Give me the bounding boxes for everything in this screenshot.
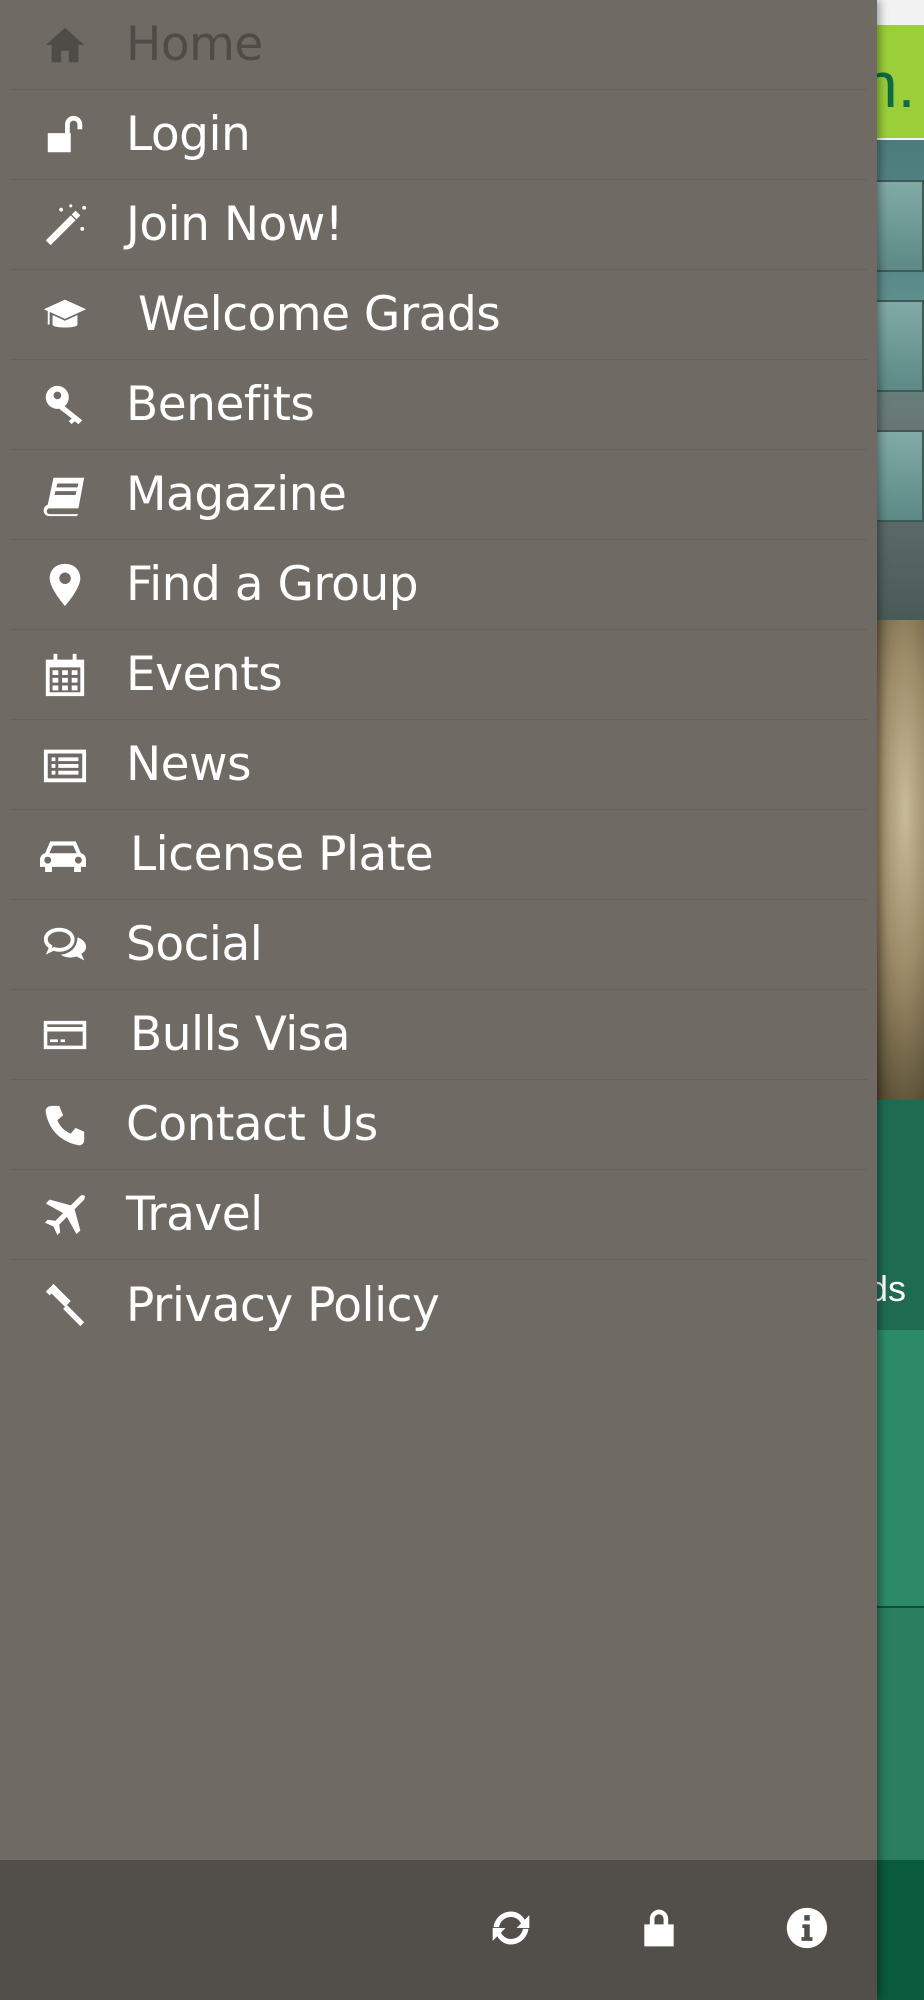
menu-item-benefits[interactable]: Benefits	[10, 360, 867, 450]
graduation-cap-icon	[36, 286, 94, 344]
gavel-icon	[36, 1276, 94, 1334]
menu-item-travel[interactable]: Travel	[10, 1170, 867, 1260]
drawer-menu: Home Login Join Now! Welcome Grads Benef	[0, 0, 877, 1350]
building-window	[870, 180, 924, 272]
drawer-toolbar	[0, 1860, 877, 2000]
refresh-icon	[489, 1906, 533, 1955]
menu-item-contact-us[interactable]: Contact Us	[10, 1080, 867, 1170]
refresh-button[interactable]	[481, 1900, 541, 1960]
menu-item-label: Welcome Grads	[138, 287, 501, 342]
comments-icon	[36, 916, 94, 974]
magic-wand-icon	[36, 196, 94, 254]
building-window	[870, 300, 924, 392]
menu-item-events[interactable]: Events	[10, 630, 867, 720]
menu-item-find-a-group[interactable]: Find a Group	[10, 540, 867, 630]
home-icon	[36, 16, 94, 74]
menu-item-join-now[interactable]: Join Now!	[10, 180, 867, 270]
building-window	[870, 430, 924, 522]
menu-item-privacy-policy[interactable]: Privacy Policy	[10, 1260, 867, 1350]
menu-item-bulls-visa[interactable]: Bulls Visa	[10, 990, 867, 1080]
menu-item-label: Travel	[126, 1187, 263, 1242]
menu-item-label: Magazine	[126, 467, 347, 522]
map-marker-icon	[36, 556, 94, 614]
calendar-icon	[36, 646, 94, 704]
menu-item-magazine[interactable]: Magazine	[10, 450, 867, 540]
menu-item-login[interactable]: Login	[10, 90, 867, 180]
lock-icon	[637, 1906, 681, 1955]
unlock-icon	[36, 106, 94, 164]
menu-item-label: Login	[126, 107, 251, 162]
menu-item-label: Privacy Policy	[126, 1277, 440, 1333]
plane-icon	[36, 1186, 94, 1244]
menu-item-label: Events	[126, 647, 283, 702]
menu-item-license-plate[interactable]: License Plate	[10, 810, 867, 900]
navigation-drawer: Home Login Join Now! Welcome Grads Benef	[0, 0, 877, 2000]
lock-button[interactable]	[629, 1900, 689, 1960]
menu-item-label: News	[126, 737, 252, 792]
menu-item-label: Benefits	[126, 377, 315, 432]
car-icon	[34, 826, 92, 884]
menu-item-label: License Plate	[130, 827, 434, 882]
phone-icon	[36, 1096, 94, 1154]
menu-item-label: Join Now!	[126, 197, 344, 252]
key-icon	[36, 376, 94, 434]
menu-item-label: Contact Us	[126, 1097, 378, 1152]
menu-item-label: Social	[126, 917, 263, 972]
menu-item-label: Bulls Visa	[130, 1007, 351, 1062]
credit-card-icon	[36, 1006, 94, 1064]
newspaper-icon	[36, 736, 94, 794]
book-icon	[36, 466, 94, 524]
menu-item-welcome-grads[interactable]: Welcome Grads	[10, 270, 867, 360]
menu-item-home[interactable]: Home	[10, 0, 867, 90]
menu-item-social[interactable]: Social	[10, 900, 867, 990]
info-icon	[785, 1906, 829, 1955]
menu-item-news[interactable]: News	[10, 720, 867, 810]
menu-item-label: Find a Group	[126, 557, 419, 612]
menu-item-label: Home	[126, 17, 263, 72]
info-button[interactable]	[777, 1900, 837, 1960]
